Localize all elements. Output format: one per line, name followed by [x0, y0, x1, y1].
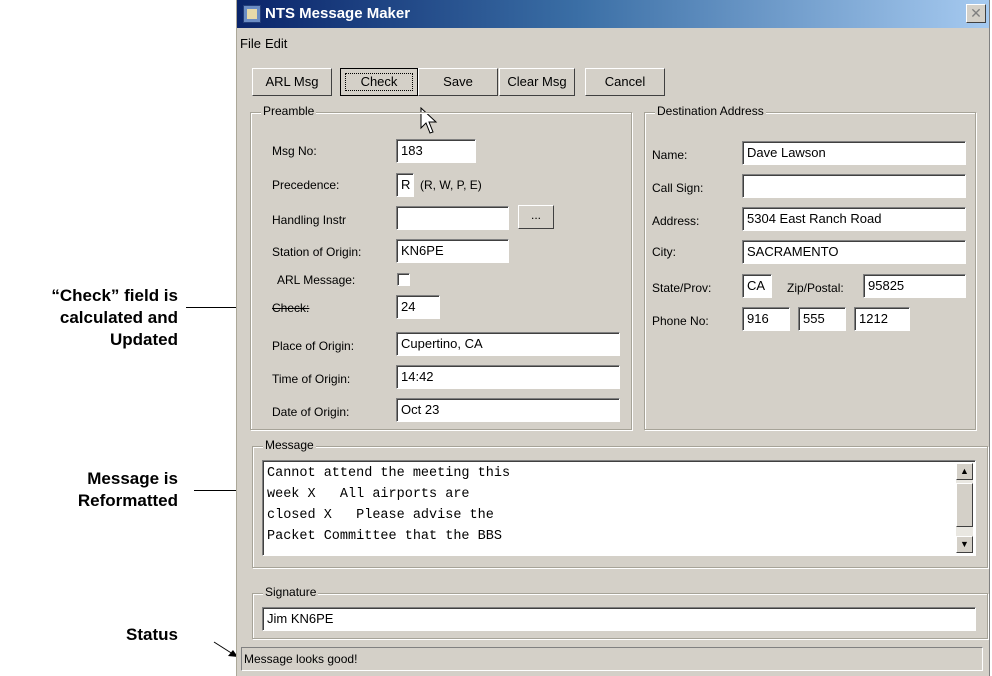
check-field[interactable]: 24 — [396, 295, 440, 319]
annotation-check-line2: calculated and — [59, 308, 178, 327]
name-label: Name: — [652, 148, 688, 162]
message-line: week X All airports are — [267, 487, 470, 502]
name-field[interactable]: Dave Lawson — [742, 141, 966, 165]
address-field[interactable]: 5304 East Ranch Road — [742, 207, 966, 231]
handling-instr-label: Handling Instr — [272, 213, 347, 227]
date-of-origin-field[interactable]: Oct 23 — [396, 398, 620, 422]
arl-message-label: ARL Message: — [277, 273, 356, 287]
message-line: Cannot attend the meeting this — [267, 466, 511, 481]
precedence-hint: (R, W, P, E) — [420, 178, 482, 192]
message-scrollbar[interactable]: ▲ ▼ — [956, 463, 973, 553]
call-sign-field[interactable] — [742, 174, 966, 198]
time-of-origin-label: Time of Origin: — [272, 372, 351, 386]
address-label: Address: — [652, 214, 700, 228]
msg-no-label: Msg No: — [272, 144, 317, 158]
annotation-message-line2: Reformatted — [77, 491, 178, 510]
scroll-thumb[interactable] — [956, 483, 973, 527]
msg-no-field[interactable]: 183 — [396, 139, 476, 163]
clear-msg-button[interactable]: Clear Msg — [499, 68, 575, 96]
phone-line-field[interactable]: 1212 — [854, 307, 910, 331]
handling-instr-field[interactable] — [396, 206, 509, 230]
zip-postal-label: Zip/Postal: — [787, 281, 844, 295]
app-icon — [243, 5, 261, 23]
window-title: NTS Message Maker — [265, 5, 411, 22]
check-button[interactable]: Check — [340, 68, 418, 96]
preamble-title: Preamble — [261, 104, 317, 118]
annotation-status-line: Status — [126, 625, 178, 644]
annotation-message-line1: Message is — [87, 469, 178, 488]
message-textarea[interactable]: Cannot attend the meeting this week X Al… — [262, 460, 976, 556]
date-of-origin-label: Date of Origin: — [272, 405, 350, 419]
precedence-field[interactable]: R — [396, 173, 414, 197]
annotation-message: Message is Reformatted — [0, 468, 178, 512]
signature-title: Signature — [263, 585, 319, 599]
message-line: closed X Please advise the — [267, 508, 494, 523]
annotation-check-line3: Updated — [110, 330, 178, 349]
status-bar: Message looks good! — [241, 647, 983, 671]
handling-instr-browse-button[interactable]: ... — [518, 205, 554, 229]
phone-area-field[interactable]: 916 — [742, 307, 790, 331]
city-label: City: — [652, 245, 676, 259]
state-prov-field[interactable]: CA — [742, 274, 772, 298]
call-sign-label: Call Sign: — [652, 181, 704, 195]
close-button[interactable]: ✕ — [966, 4, 986, 23]
place-of-origin-label: Place of Origin: — [272, 339, 355, 353]
destination-title: Destination Address — [655, 104, 766, 118]
save-button[interactable]: Save — [418, 68, 498, 96]
scroll-up-icon[interactable]: ▲ — [956, 463, 973, 480]
cancel-button[interactable]: Cancel — [585, 68, 665, 96]
check-label: Check: — [272, 301, 310, 315]
annotation-check: “Check” field is calculated and Updated — [0, 285, 178, 351]
station-of-origin-field[interactable]: KN6PE — [396, 239, 509, 263]
place-of-origin-field[interactable]: Cupertino, CA — [396, 332, 620, 356]
arl-message-checkbox[interactable] — [397, 273, 410, 286]
scroll-down-icon[interactable]: ▼ — [956, 536, 973, 553]
station-of-origin-label: Station of Origin: — [272, 245, 362, 259]
precedence-label: Precedence: — [272, 178, 340, 192]
city-field[interactable]: SACRAMENTO — [742, 240, 966, 264]
menu-edit[interactable]: Edit — [265, 36, 287, 51]
arl-msg-button[interactable]: ARL Msg — [252, 68, 332, 96]
phone-prefix-field[interactable]: 555 — [798, 307, 846, 331]
annotation-status: Status — [0, 624, 178, 646]
message-line: Packet Committee that the BBS — [267, 529, 502, 544]
menu-file[interactable]: File — [240, 36, 261, 51]
annotation-check-line1: “Check” field is — [51, 286, 178, 305]
time-of-origin-field[interactable]: 14:42 — [396, 365, 620, 389]
signature-field[interactable]: Jim KN6PE — [262, 607, 976, 631]
state-prov-label: State/Prov: — [652, 281, 712, 295]
phone-no-label: Phone No: — [652, 314, 709, 328]
zip-postal-field[interactable]: 95825 — [863, 274, 966, 298]
title-bar[interactable]: NTS Message Maker ✕ — [237, 0, 989, 28]
message-title: Message — [263, 438, 316, 452]
